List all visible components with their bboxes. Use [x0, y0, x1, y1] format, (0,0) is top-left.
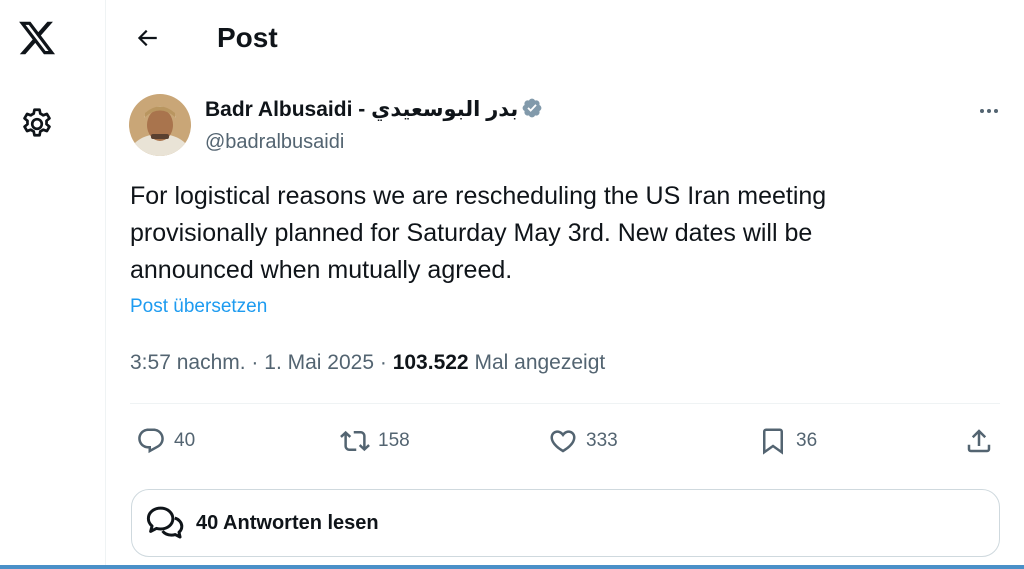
author-name[interactable]: Badr Albusaidi - بدر البوسعيدي: [205, 97, 543, 123]
avatar[interactable]: [129, 94, 191, 156]
repost-button[interactable]: 158: [340, 418, 410, 464]
views-count: 103.522: [392, 351, 469, 374]
more-options-button[interactable]: [974, 96, 1004, 126]
action-bar: 40 158 333 36: [130, 418, 1000, 464]
bookmark-button[interactable]: 36: [758, 418, 817, 464]
author-name-text: Badr Albusaidi - بدر البوسعيدي: [205, 98, 519, 121]
repost-count: 158: [378, 430, 410, 451]
bookmark-icon: [763, 428, 783, 455]
gear-icon[interactable]: [19, 106, 55, 142]
read-replies-label: 40 Antworten lesen: [196, 511, 379, 534]
chat-bubbles-icon: [146, 506, 184, 539]
views-label: Mal angezeigt: [474, 351, 606, 374]
bookmark-count: 36: [796, 430, 818, 451]
reply-count: 40: [174, 430, 196, 451]
author-handle[interactable]: @badralbusaidi: [205, 129, 344, 155]
bottom-accent-line: [0, 565, 1024, 569]
left-rail: [0, 0, 106, 569]
page-title: Post: [217, 22, 278, 53]
meta-separator: ·: [379, 351, 387, 374]
back-button[interactable]: [129, 20, 165, 56]
heart-icon: [550, 430, 576, 453]
reply-icon: [138, 428, 164, 454]
post-date[interactable]: 1. Mai 2025: [264, 351, 374, 374]
translate-post-link[interactable]: Post übersetzen: [130, 295, 267, 319]
meta-separator: ·: [251, 351, 259, 374]
reply-button[interactable]: 40: [136, 418, 195, 464]
post-time[interactable]: 3:57 nachm.: [130, 351, 246, 374]
header: Post: [107, 0, 1024, 76]
divider: [130, 403, 1000, 404]
post-meta: 3:57 nachm. · 1. Mai 2025 · 103.522 Mal …: [130, 350, 605, 376]
more-horizontal-icon: [980, 109, 998, 113]
share-button[interactable]: [964, 418, 994, 464]
arrow-left-icon: [137, 29, 157, 47]
x-logo[interactable]: [16, 18, 58, 58]
post-text: For logistical reasons we are rescheduli…: [130, 182, 827, 284]
like-button[interactable]: 333: [548, 418, 618, 464]
share-icon: [967, 429, 991, 453]
verified-badge-icon: [522, 98, 542, 118]
repost-icon: [340, 430, 370, 452]
read-replies-button[interactable]: 40 Antworten lesen: [131, 489, 1000, 557]
post-detail-panel: Post Badr Albusaidi - بدر البوسعيدي @bad…: [107, 0, 1024, 569]
like-count: 333: [586, 430, 618, 451]
